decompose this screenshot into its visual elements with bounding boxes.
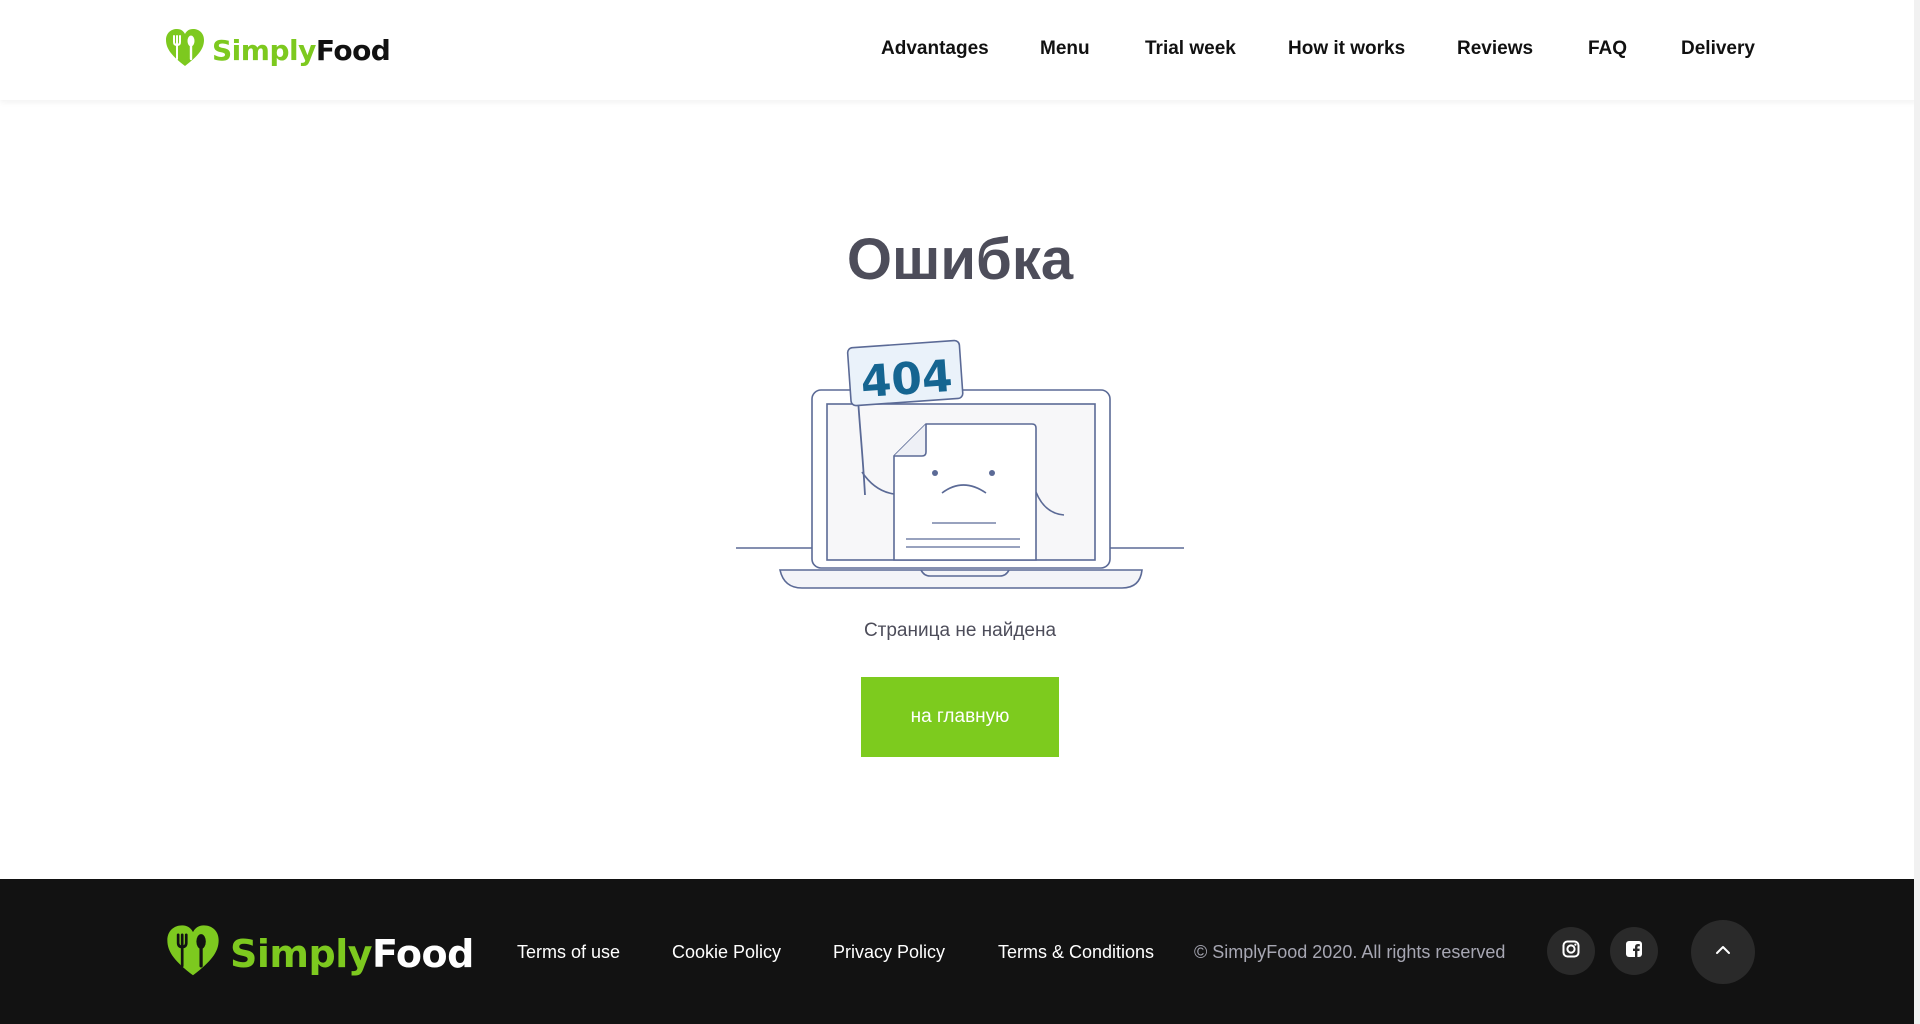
- error-message: Страница не найдена: [863, 620, 1057, 641]
- nav-item-trial-week[interactable]: Trial week: [1145, 38, 1236, 60]
- go-home-button[interactable]: на главную: [861, 677, 1059, 757]
- error-404-illustration: 404: [734, 332, 1186, 597]
- footer-link-privacy-policy[interactable]: Privacy Policy: [833, 942, 945, 963]
- logo-heart-icon: [164, 924, 222, 983]
- error-code-text: 404: [859, 351, 954, 408]
- nav-item-advantages[interactable]: Advantages: [881, 38, 989, 60]
- site-header: SimplyFood Advantages Menu Trial week Ho…: [0, 0, 1920, 100]
- scroll-to-top-button[interactable]: [1691, 920, 1755, 984]
- site-footer: SimplyFood Terms of use Cookie Policy Pr…: [0, 879, 1920, 1024]
- nav-item-reviews[interactable]: Reviews: [1457, 38, 1533, 60]
- footer-logo-link[interactable]: SimplyFood: [164, 924, 474, 983]
- copyright-text: © SimplyFood 2020. All rights reserved: [1194, 942, 1506, 962]
- page-scrollbar[interactable]: [1914, 0, 1920, 1024]
- footer-logo-text-simply: Simply: [230, 931, 373, 976]
- instagram-button[interactable]: [1547, 927, 1595, 975]
- nav-item-menu[interactable]: Menu: [1040, 38, 1090, 60]
- chevron-up-icon: [1714, 943, 1732, 961]
- footer-logo-wordmark: SimplyFood: [230, 932, 474, 976]
- nav-item-how-it-works[interactable]: How it works: [1288, 38, 1405, 60]
- footer-logo-text-food: Food: [372, 931, 474, 976]
- footer-link-terms-conditions[interactable]: Terms & Conditions: [998, 942, 1154, 963]
- instagram-icon: [1562, 940, 1580, 963]
- footer-link-cookie-policy[interactable]: Cookie Policy: [672, 942, 781, 963]
- page-title: Ошибка: [846, 227, 1074, 292]
- facebook-icon: [1625, 940, 1643, 963]
- nav-item-faq[interactable]: FAQ: [1588, 38, 1627, 60]
- nav-item-delivery[interactable]: Delivery: [1681, 38, 1755, 60]
- main-nav: Advantages Menu Trial week How it works …: [0, 38, 1920, 62]
- footer-link-terms-of-use[interactable]: Terms of use: [517, 942, 620, 963]
- facebook-button[interactable]: [1610, 927, 1658, 975]
